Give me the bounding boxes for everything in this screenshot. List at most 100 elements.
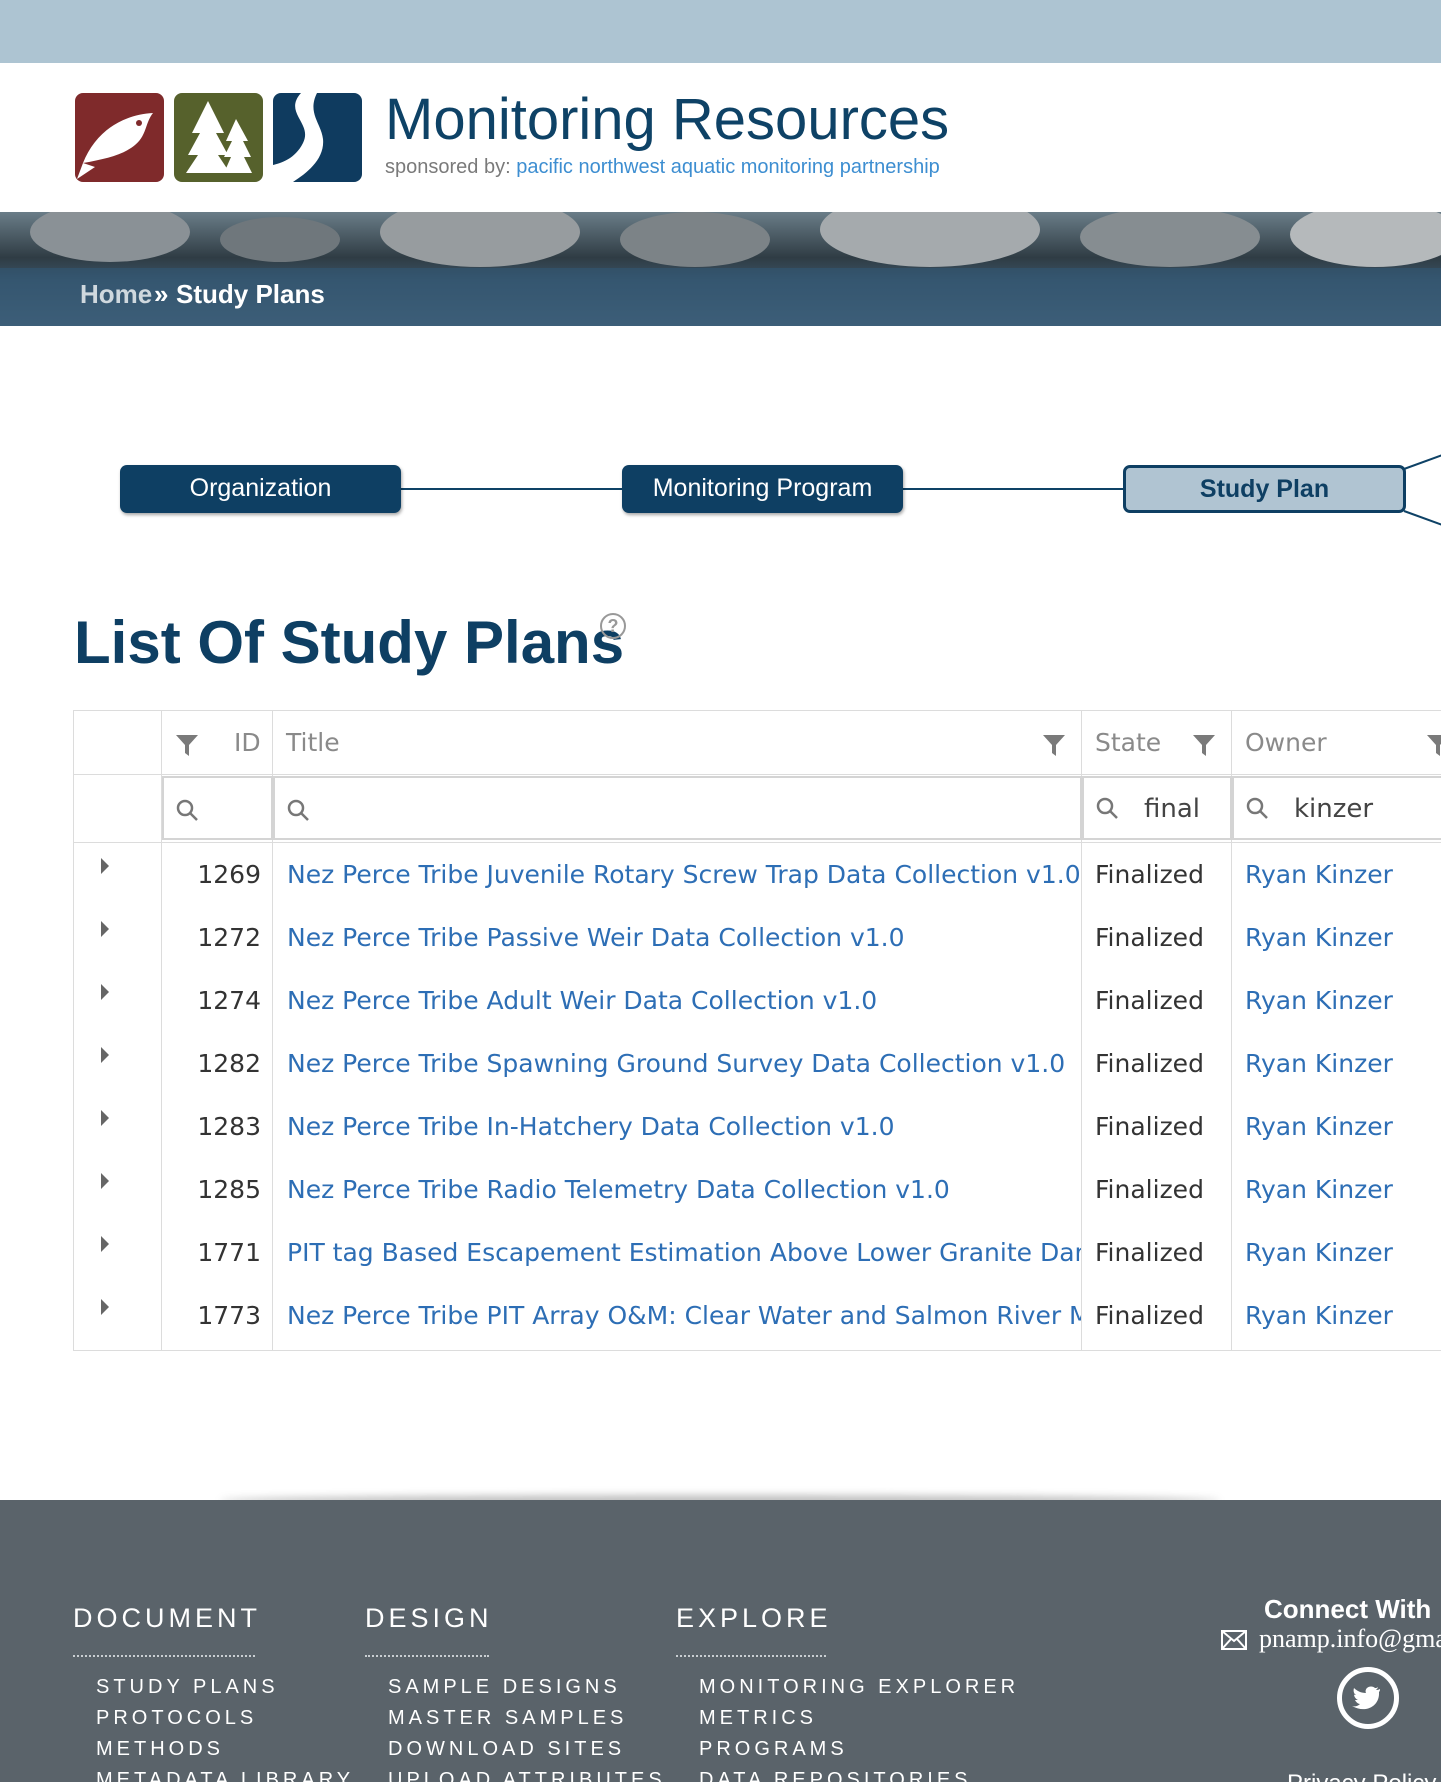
row-title-link[interactable]: Nez Perce Tribe Spawning Ground Survey D… [287,1049,1081,1078]
footer-link-data-repositories[interactable]: DATA REPOSITORIES [699,1769,972,1782]
sponsor-link[interactable]: pacific northwest aquatic monitoring par… [516,156,940,178]
top-bar [0,0,1441,63]
table-row: 1269 Nez Perce Tribe Juvenile Rotary Scr… [74,844,1441,907]
owner-search-input[interactable]: kinzer [1232,776,1441,840]
river-logo-icon[interactable] [273,93,362,182]
expand-caret-icon[interactable] [101,1110,109,1126]
row-state: Finalized [1095,1112,1204,1141]
site-title[interactable]: Monitoring Resources [385,87,949,153]
search-icon [176,799,198,821]
search-icon [287,799,309,821]
fish-logo-icon[interactable] [75,93,164,182]
table-row: 1771 PIT tag Based Escapement Estimation… [74,1222,1441,1285]
expand-caret-icon[interactable] [101,1047,109,1063]
row-id: 1771 [197,1238,261,1267]
table-row: 1274 Nez Perce Tribe Adult Weir Data Col… [74,970,1441,1033]
row-title-link[interactable]: Nez Perce Tribe PIT Array O&M: Clear Wat… [287,1301,1081,1330]
site-footer: DOCUMENT STUDY PLANS PROTOCOLS METHODS M… [0,1500,1441,1782]
footer-link-metadata-library[interactable]: METADATA LIBRARY [96,1769,354,1782]
row-title-link[interactable]: Nez Perce Tribe Adult Weir Data Collecti… [287,986,1081,1015]
expand-caret-icon[interactable] [101,1299,109,1315]
workflow-connector [1403,454,1441,470]
site-header: Monitoring Resources sponsored by: pacif… [0,63,1441,212]
footer-link-master-samples[interactable]: MASTER SAMPLES [388,1707,627,1730]
twitter-icon[interactable] [1337,1667,1399,1729]
breadcrumb-current: Study Plans [176,279,325,309]
column-header-state[interactable]: State [1095,711,1161,774]
footer-link-protocols[interactable]: PROTOCOLS [96,1707,257,1730]
footer-link-upload-attributes[interactable]: UPLOAD ATTRIBUTES [388,1769,666,1782]
workflow-monitoring-program[interactable]: Monitoring Program [622,465,903,513]
row-title-link[interactable]: Nez Perce Tribe Juvenile Rotary Screw Tr… [287,860,1081,889]
title-search-input[interactable] [273,776,1082,840]
expand-caret-icon[interactable] [101,858,109,874]
row-title-link[interactable]: Nez Perce Tribe In-Hatchery Data Collect… [287,1112,1081,1141]
table-row: 1282 Nez Perce Tribe Spawning Ground Sur… [74,1033,1441,1096]
privacy-policy-link[interactable]: Privacy Policy [1287,1770,1436,1782]
row-owner-link[interactable]: Ryan Kinzer [1245,1238,1393,1267]
workflow-connector [400,488,622,490]
footer-heading-design: DESIGN [365,1603,493,1633]
column-header-title[interactable]: Title [286,711,340,774]
row-id: 1269 [197,860,261,889]
footer-link-metrics[interactable]: METRICS [699,1707,817,1730]
footer-divider [676,1655,826,1657]
site-sponsor: sponsored by: pacific northwest aquatic … [385,156,940,179]
email-link[interactable]: pnamp.info@gmail.com [1259,1624,1441,1654]
state-search-input[interactable]: final [1082,776,1232,840]
grid-divider [74,774,1441,775]
row-id: 1773 [197,1301,261,1330]
footer-link-monitoring-explorer[interactable]: MONITORING EXPLORER [699,1676,1019,1699]
grid-divider [74,842,1441,843]
footer-link-programs[interactable]: PROGRAMS [699,1738,848,1761]
rock-banner: Home » Study Plans [0,212,1441,326]
expand-caret-icon[interactable] [101,921,109,937]
page-title: List Of Study Plans [74,609,625,676]
search-icon [1096,797,1118,819]
table-row: 1272 Nez Perce Tribe Passive Weir Data C… [74,907,1441,970]
study-plans-grid: ID Title State Owner final kinzer 1269 N… [73,710,1441,1351]
row-owner-link[interactable]: Ryan Kinzer [1245,1112,1393,1141]
search-icon [1246,797,1268,819]
row-owner-link[interactable]: Ryan Kinzer [1245,1049,1393,1078]
footer-link-download-sites[interactable]: DOWNLOAD SITES [388,1738,625,1761]
row-state: Finalized [1095,1049,1204,1078]
row-owner-link[interactable]: Ryan Kinzer [1245,860,1393,889]
expand-caret-icon[interactable] [101,1173,109,1189]
workflow-organization[interactable]: Organization [120,465,401,513]
sponsor-prefix: sponsored by: [385,156,511,178]
footer-heading-document: DOCUMENT [73,1603,261,1633]
footer-link-study-plans[interactable]: STUDY PLANS [96,1676,279,1699]
workflow-connector [1403,510,1441,526]
id-search-input[interactable] [162,776,273,840]
footer-link-methods[interactable]: METHODS [96,1738,224,1761]
state-filter-icon[interactable] [1192,733,1216,757]
row-owner-link[interactable]: Ryan Kinzer [1245,923,1393,952]
row-state: Finalized [1095,986,1204,1015]
breadcrumb-home-link[interactable]: Home [80,279,152,310]
owner-filter-icon[interactable] [1426,733,1441,757]
footer-heading-explore: EXPLORE [676,1603,832,1633]
column-header-id[interactable]: ID [234,711,261,774]
row-owner-link[interactable]: Ryan Kinzer [1245,1301,1393,1330]
row-id: 1274 [197,986,261,1015]
footer-link-sample-designs[interactable]: SAMPLE DESIGNS [388,1676,621,1699]
expand-caret-icon[interactable] [101,984,109,1000]
expand-caret-icon[interactable] [101,1236,109,1252]
tree-logo-icon[interactable] [174,93,263,182]
question-circle-icon[interactable]: ? [600,613,626,639]
row-owner-link[interactable]: Ryan Kinzer [1245,986,1393,1015]
owner-search-value: kinzer [1294,794,1374,824]
column-header-owner[interactable]: Owner [1245,711,1327,774]
workflow-study-plan[interactable]: Study Plan [1123,465,1406,513]
row-title-link[interactable]: Nez Perce Tribe Passive Weir Data Collec… [287,923,1081,952]
row-title-link[interactable]: PIT tag Based Escapement Estimation Abov… [287,1238,1081,1267]
row-title-link[interactable]: Nez Perce Tribe Radio Telemetry Data Col… [287,1175,1081,1204]
workflow-connector [902,488,1124,490]
id-filter-icon[interactable] [175,733,199,757]
row-state: Finalized [1095,860,1204,889]
row-state: Finalized [1095,1301,1204,1330]
row-owner-link[interactable]: Ryan Kinzer [1245,1175,1393,1204]
title-filter-icon[interactable] [1042,733,1066,757]
row-id: 1283 [197,1112,261,1141]
